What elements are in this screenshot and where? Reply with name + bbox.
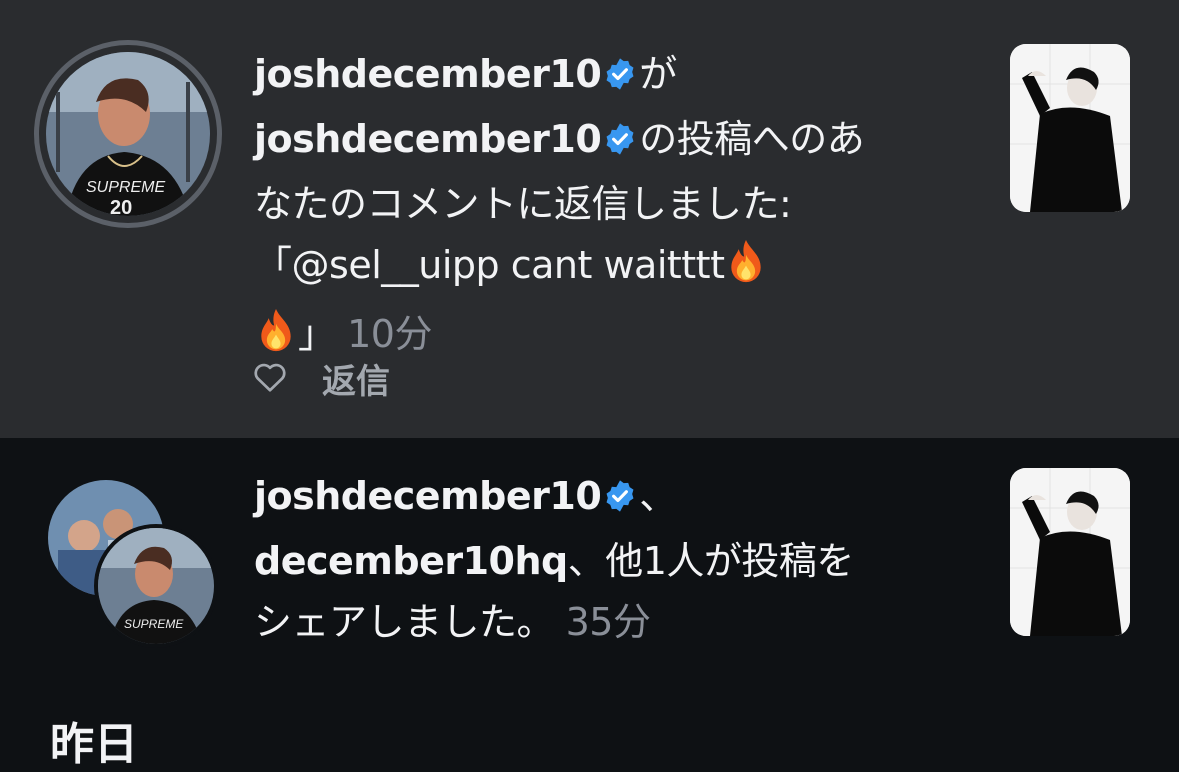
verified-badge-icon — [603, 470, 637, 531]
svg-text:SUPREME: SUPREME — [124, 617, 184, 631]
section-header-yesterday: 昨日 — [50, 719, 138, 770]
message-text: の投稿へのあ — [639, 117, 865, 161]
separator-text: 、 — [639, 474, 677, 518]
username-link[interactable]: joshdecember10 — [254, 117, 602, 161]
notification-2-text: joshdecember10 、 december10hq、他1人が投稿を シェア… — [254, 466, 974, 653]
quote-open: 「 — [254, 243, 292, 287]
message-text: なたのコメントに返信しました: — [254, 182, 792, 226]
post-thumbnail[interactable] — [1010, 44, 1130, 212]
connector-text: が — [639, 52, 677, 96]
message-text: シェアしました。 — [254, 600, 555, 644]
comment-actions: 返信 — [252, 352, 390, 404]
quote-close: 」 — [298, 312, 336, 356]
username-link[interactable]: joshdecember10 — [254, 474, 602, 518]
reply-button[interactable]: 返信 — [322, 354, 390, 403]
timestamp: 10分 — [347, 312, 432, 356]
comment-text: @sel__uipp cant waitttt — [291, 243, 725, 287]
message-text: 、他1人が投稿を — [567, 539, 855, 583]
username-link[interactable]: joshdecember10 — [254, 52, 602, 96]
username-link[interactable]: december10hq — [254, 539, 568, 583]
svg-text:SUPREME: SUPREME — [86, 179, 165, 196]
notification-1-text: joshdecember10 が joshdecember10 の投稿へのあ なたの… — [254, 44, 974, 373]
fire-emoji-icon — [724, 238, 768, 304]
avatar[interactable]: SUPREME — [94, 524, 218, 648]
svg-text:20: 20 — [110, 197, 132, 216]
heart-icon[interactable] — [252, 359, 288, 397]
verified-badge-icon — [603, 48, 637, 109]
timestamp: 35分 — [565, 600, 651, 644]
post-thumbnail[interactable] — [1010, 468, 1130, 636]
user-avatar-story-ring[interactable]: SUPREME 20 — [34, 40, 222, 228]
verified-badge-icon — [603, 113, 637, 174]
avatar: SUPREME 20 — [46, 52, 210, 216]
